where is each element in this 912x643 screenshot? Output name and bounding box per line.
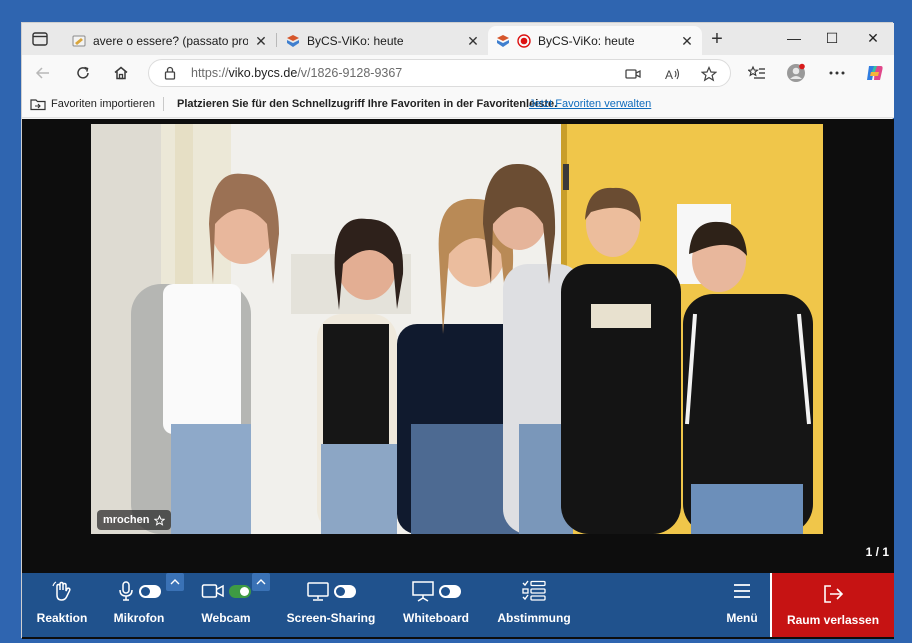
favorites-bar: Favoriten importieren Platzieren Sie für… <box>22 91 894 118</box>
whiteboard-label: Whiteboard <box>403 611 469 625</box>
webcam-label: Webcam <box>201 611 251 625</box>
url-path: /v/1826-9128-9367 <box>297 66 403 80</box>
hamburger-menu-icon <box>734 584 750 598</box>
microphone-toggle[interactable] <box>139 584 161 598</box>
waving-hand-icon <box>52 581 71 601</box>
whiteboard-icon <box>412 581 434 602</box>
camera-permission-icon[interactable] <box>623 64 643 84</box>
minimize-icon[interactable]: — <box>779 27 809 49</box>
menu-label: Menü <box>726 611 758 625</box>
tab-separator <box>276 33 277 47</box>
url-text[interactable]: https://viko.bycs.de/v/1826-9128-9367 <box>191 66 402 80</box>
tab-bycs-viko-1[interactable]: ByCS-ViKo: heute ✕ <box>278 26 488 55</box>
video-camera-icon <box>201 584 224 598</box>
monitor-icon <box>307 582 329 601</box>
tab-actions-button[interactable] <box>30 30 50 48</box>
poll-button[interactable]: Abstimmung <box>494 579 574 631</box>
maximize-icon[interactable]: ☐ <box>817 27 847 49</box>
screen-sharing-toggle[interactable] <box>334 584 356 598</box>
copilot-icon[interactable] <box>864 62 886 84</box>
microphone-label: Mikrofon <box>113 611 165 625</box>
more-options-icon[interactable] <box>826 62 848 84</box>
url-scheme: https:// <box>191 66 229 80</box>
tab-actions-icon <box>32 32 48 46</box>
participant-video[interactable]: mrochen <box>91 124 823 534</box>
tab-strip: avere o essere? (passato prossimo ✕ ByCS… <box>22 23 894 55</box>
poll-list-icon <box>522 580 546 601</box>
reload-icon[interactable] <box>72 62 94 84</box>
favbar-separator <box>163 97 164 111</box>
back-arrow-icon[interactable] <box>32 62 54 84</box>
tab-italian-grammar[interactable]: avere o essere? (passato prossimo ✕ <box>64 26 276 55</box>
manage-favorites-link[interactable]: Jetzt Favoriten verwalten <box>529 98 651 110</box>
reaction-button[interactable]: Reaktion <box>35 579 89 631</box>
video-page-indicator: 1 / 1 <box>865 545 889 559</box>
microphone-icon <box>119 581 133 601</box>
pin-star-icon[interactable] <box>154 514 166 526</box>
navigation-toolbar: https://viko.bycs.de/v/1826-9128-9367 A <box>22 55 894 91</box>
tab-title: ByCS-ViKo: heute <box>538 33 635 48</box>
address-bar[interactable]: https://viko.bycs.de/v/1826-9128-9367 A <box>148 59 731 87</box>
leave-room-label: Raum verlassen <box>786 613 880 627</box>
whiteboard-toggle[interactable] <box>439 584 461 598</box>
webcam-toggle[interactable] <box>229 584 251 598</box>
tab-bycs-viko-active[interactable]: ByCS-ViKo: heute ✕ <box>488 26 702 55</box>
reaction-label: Reaktion <box>36 611 88 625</box>
screen-sharing-label: Screen-Sharing <box>286 611 376 625</box>
profile-avatar-icon[interactable] <box>785 62 807 84</box>
webcam-image <box>91 124 823 534</box>
webcam-button[interactable]: Webcam <box>197 579 255 631</box>
participant-name-tag[interactable]: mrochen <box>97 510 172 530</box>
screen-sharing-button[interactable]: Screen-Sharing <box>285 579 377 631</box>
microphone-options-chevron-up-icon[interactable] <box>166 573 184 591</box>
import-favorites-button[interactable]: Favoriten importieren <box>30 97 155 111</box>
import-favorites-label: Favoriten importieren <box>51 98 155 110</box>
new-tab-plus-icon[interactable]: + <box>706 29 728 51</box>
exit-door-icon <box>824 585 844 603</box>
tab-title: avere o essere? (passato prossimo <box>93 33 248 48</box>
favorite-star-icon[interactable] <box>699 64 719 84</box>
tab-close-icon[interactable]: ✕ <box>254 34 268 48</box>
leave-room-button[interactable]: Raum verlassen <box>772 573 894 637</box>
tab-close-icon[interactable]: ✕ <box>466 34 480 48</box>
menu-button[interactable]: Menü <box>722 579 762 631</box>
poll-label: Abstimmung <box>497 611 571 625</box>
tab-close-icon[interactable]: ✕ <box>680 34 694 48</box>
browser-window: avere o essere? (passato prossimo ✕ ByCS… <box>21 22 894 639</box>
favorites-hint-text: Platzieren Sie für den Schnellzugriff Ih… <box>177 98 558 110</box>
tab-title: ByCS-ViKo: heute <box>307 33 404 48</box>
favorites-list-icon[interactable] <box>746 62 768 84</box>
bycs-favicon-icon <box>496 34 510 48</box>
svg-text:A: A <box>665 68 673 82</box>
webcam-options-chevron-up-icon[interactable] <box>252 573 270 591</box>
lock-icon[interactable] <box>163 66 177 80</box>
note-favicon-icon <box>72 34 86 48</box>
viko-page: mrochen 1 / 1 Reaktion Mikrofon Webcam S… <box>22 119 894 639</box>
url-host: viko.bycs.de <box>228 66 298 80</box>
whiteboard-button[interactable]: Whiteboard <box>400 579 472 631</box>
recording-icon <box>517 33 531 48</box>
microphone-button[interactable]: Mikrofon <box>110 579 168 631</box>
window-close-icon[interactable]: ✕ <box>858 27 888 49</box>
read-aloud-icon[interactable]: A <box>663 64 683 84</box>
bycs-favicon-icon <box>286 34 300 48</box>
participant-name: mrochen <box>103 514 150 526</box>
conference-control-bar: Reaktion Mikrofon Webcam Screen-Sharing … <box>22 573 894 637</box>
home-icon[interactable] <box>110 62 132 84</box>
folder-import-icon <box>30 99 46 111</box>
